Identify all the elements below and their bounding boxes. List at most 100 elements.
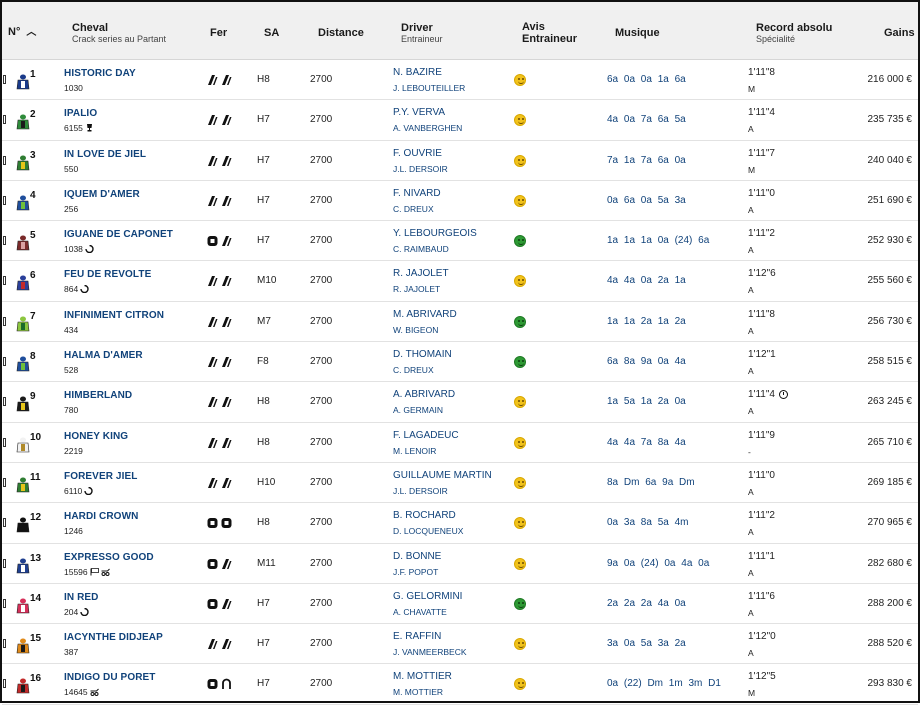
horse-name-link[interactable]: IGUANE DE CAPONET [64, 229, 173, 240]
trainer-link[interactable]: R. JAJOLET [393, 284, 440, 294]
trainer-link[interactable]: J. LEBOUTEILLER [393, 83, 465, 93]
driver-link[interactable]: N. BAZIRE [393, 67, 442, 78]
d4-shoe-icon [207, 274, 218, 287]
table-row[interactable]: 12 HARDI CROWN 1246 H8 2700 B. ROCHARD D. LOCQ… [2, 503, 918, 544]
trainer-link[interactable]: C. RAIMBAUD [393, 244, 449, 254]
table-row[interactable]: 4 IQUEM D'AMER 256 H7 2700 F. NIVARD C. DREUX 0… [2, 181, 918, 222]
driver-link[interactable]: M. MOTTIER [393, 671, 452, 682]
musique-link[interactable]: 1a 1a 1a 0a (24) 6a [607, 235, 709, 246]
horse-name-link[interactable]: IACYNTHE DIDJEAP [64, 632, 163, 643]
musique-link[interactable]: 2a 2a 2a 4a 0a [607, 598, 686, 609]
header-num[interactable]: N° ︿ [8, 26, 36, 39]
musique-link[interactable]: 4a 4a 7a 8a 4a [607, 437, 686, 448]
select-checkbox[interactable] [3, 437, 6, 447]
horse-name-link[interactable]: IPALIO [64, 108, 97, 119]
table-row[interactable]: 5 IGUANE DE CAPONET 1038 H7 2700 Y. LEBOURGEO… [2, 221, 918, 262]
horse-name-link[interactable]: EXPRESSO GOOD [64, 552, 154, 563]
select-checkbox[interactable] [3, 236, 6, 246]
sort-up-icon[interactable]: ︿ [26, 27, 36, 38]
musique-link[interactable]: 8a Dm 6a 9a Dm [607, 477, 695, 488]
select-checkbox[interactable] [3, 477, 6, 487]
driver-link[interactable]: D. THOMAIN [393, 349, 452, 360]
driver-link[interactable]: E. RAFFIN [393, 631, 441, 642]
driver-link[interactable]: D. BONNE [393, 551, 441, 562]
horse-name-link[interactable]: HISTORIC DAY [64, 68, 136, 79]
musique-link[interactable]: 1a 1a 2a 1a 2a [607, 316, 686, 327]
driver-link[interactable]: Y. LEBOURGEOIS [393, 228, 477, 239]
trainer-link[interactable]: J.L. DERSOIR [393, 486, 448, 496]
horse-name-link[interactable]: FEU DE REVOLTE [64, 269, 151, 280]
driver-link[interactable]: R. JAJOLET [393, 268, 449, 279]
horse-name-link[interactable]: HIMBERLAND [64, 390, 132, 401]
select-checkbox[interactable] [3, 357, 6, 367]
driver-link[interactable]: GUILLAUME MARTIN [393, 470, 492, 481]
driver-link[interactable]: F. LAGADEUC [393, 430, 459, 441]
select-checkbox[interactable] [3, 518, 6, 528]
table-row[interactable]: 14 IN RED 204 H7 2700 G. GELORMINI A. CHAVATTE… [2, 584, 918, 625]
driver-link[interactable]: B. ROCHARD [393, 510, 456, 521]
select-checkbox[interactable] [3, 598, 6, 608]
trainer-link[interactable]: A. CHAVATTE [393, 607, 447, 617]
musique-link[interactable]: 3a 0a 5a 3a 2a [607, 638, 686, 649]
musique-link[interactable]: 9a 0a (24) 0a 4a 0a [607, 558, 709, 569]
select-checkbox[interactable] [3, 316, 6, 326]
driver-link[interactable]: A. ABRIVARD [393, 389, 455, 400]
table-row[interactable]: 11 FOREVER JIEL 6110 H10 2700 GUILLAUME MARTI… [2, 463, 918, 504]
table-row[interactable]: 9 HIMBERLAND 780 H8 2700 A. ABRIVARD A. GERMAI… [2, 382, 918, 423]
horse-name-link[interactable]: IN LOVE DE JIEL [64, 149, 146, 160]
musique-link[interactable]: 4a 4a 0a 2a 1a [607, 275, 686, 286]
select-checkbox[interactable] [3, 115, 6, 125]
select-checkbox[interactable] [3, 558, 6, 568]
table-row[interactable]: 2 IPALIO 6155 H7 2700 P.Y. VERVA A. VANBERGHEN… [2, 100, 918, 141]
musique-link[interactable]: 0a 6a 0a 5a 3a [607, 195, 686, 206]
select-checkbox[interactable] [3, 195, 6, 205]
table-row[interactable]: 10 HONEY KING 2219 H8 2700 F. LAGADEUC M. LENO… [2, 423, 918, 463]
driver-link[interactable]: F. OUVRIE [393, 148, 442, 159]
select-checkbox[interactable] [3, 639, 6, 649]
trainer-link[interactable]: M. MOTTIER [393, 687, 443, 697]
driver-link[interactable]: P.Y. VERVA [393, 107, 445, 118]
trainer-link[interactable]: A. VANBERGHEN [393, 123, 462, 133]
horse-name-link[interactable]: INDIGO DU PORET [64, 672, 156, 683]
horse-name-link[interactable]: FOREVER JIEL [64, 471, 137, 482]
table-row[interactable]: 6 FEU DE REVOLTE 864 M10 2700 R. JAJOLET R. JA… [2, 261, 918, 302]
trainer-link[interactable]: W. BIGEON [393, 325, 438, 335]
musique-link[interactable]: 6a 0a 0a 1a 6a [607, 74, 686, 85]
trainer-link[interactable]: M. LENOIR [393, 446, 436, 456]
horse-name-link[interactable]: HARDI CROWN [64, 511, 138, 522]
select-checkbox[interactable] [3, 155, 6, 165]
trainer-link[interactable]: C. DREUX [393, 365, 434, 375]
trainer-link[interactable]: J.F. POPOT [393, 567, 438, 577]
horse-name-link[interactable]: INFINIMENT CITRON [64, 310, 164, 321]
trainer-link[interactable]: J.L. DERSOIR [393, 164, 448, 174]
select-checkbox[interactable] [3, 276, 6, 286]
trainer-link[interactable]: A. GERMAIN [393, 405, 443, 415]
driver-link[interactable]: G. GELORMINI [393, 591, 462, 602]
table-row[interactable]: 8 HALMA D'AMER 528 F8 2700 D. THOMAIN C. DREUX… [2, 342, 918, 383]
trainer-link[interactable]: D. LOCQUENEUX [393, 526, 463, 536]
trainer-link[interactable]: J. VANMEERBECK [393, 647, 467, 657]
table-row[interactable]: 7 INFINIMENT CITRON 434 M7 2700 M. ABRIVARD W.… [2, 302, 918, 343]
musique-link[interactable]: 0a (22) Dm 1m 3m D1 [607, 678, 721, 689]
table-row[interactable]: 13 EXPRESSO GOOD 15596 M11 2700 D. BONNE J.F. … [2, 544, 918, 584]
driver-link[interactable]: F. NIVARD [393, 188, 441, 199]
table-row[interactable]: 1 HISTORIC DAY 1030 H8 2700 N. BAZIRE J. LEBOU… [2, 60, 918, 101]
musique-link[interactable]: 4a 0a 7a 6a 5a [607, 114, 686, 125]
select-checkbox[interactable] [3, 397, 6, 407]
table-row[interactable]: 3 IN LOVE DE JIEL 550 H7 2700 F. OUVRIE J.L. D… [2, 141, 918, 181]
horse-name-link[interactable]: IQUEM D'AMER [64, 189, 140, 200]
select-checkbox[interactable] [3, 679, 6, 689]
horse-name-link[interactable]: IN RED [64, 592, 99, 603]
horse-name-link[interactable]: HONEY KING [64, 431, 128, 442]
gains-value: 258 515 € [867, 356, 913, 368]
musique-link[interactable]: 0a 3a 8a 5a 4m [607, 517, 689, 528]
table-row[interactable]: 16 INDIGO DU PORET 14645 H7 2700 M. MOTTIER M.… [2, 664, 918, 705]
musique-link[interactable]: 6a 8a 9a 0a 4a [607, 356, 686, 367]
select-checkbox[interactable] [3, 75, 6, 84]
trainer-link[interactable]: C. DREUX [393, 204, 434, 214]
driver-link[interactable]: M. ABRIVARD [393, 309, 457, 320]
musique-link[interactable]: 1a 5a 1a 2a 0a [607, 396, 686, 407]
horse-name-link[interactable]: HALMA D'AMER [64, 350, 143, 361]
musique-link[interactable]: 7a 1a 7a 6a 0a [607, 155, 686, 166]
table-row[interactable]: 15 IACYNTHE DIDJEAP 387 H7 2700 E. RAFFIN J. V… [2, 624, 918, 665]
